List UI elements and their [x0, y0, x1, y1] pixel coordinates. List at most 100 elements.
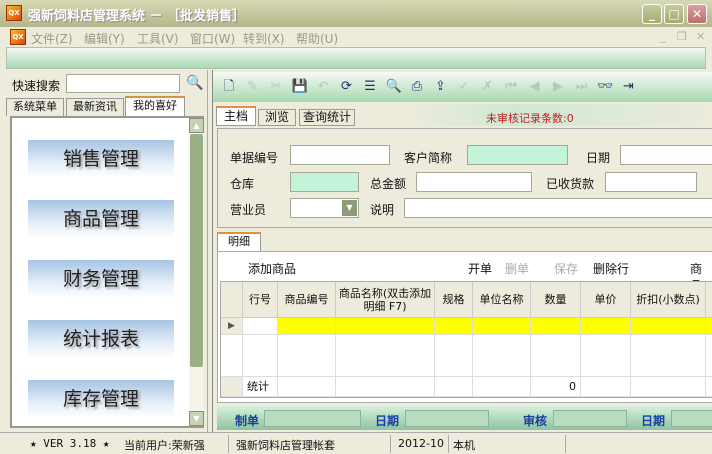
open-bill-button[interactable]: 开单 [468, 260, 492, 277]
tab-latest-news[interactable]: 最新资讯 [66, 98, 124, 116]
make-date-label: 日期 [375, 414, 400, 428]
undo-icon[interactable]: ↶ [315, 79, 331, 95]
tab-system-menu[interactable]: 系统菜单 [6, 98, 64, 116]
next-icon[interactable]: ▶ [550, 79, 566, 95]
grid-cell[interactable] [243, 318, 278, 335]
tab-browse[interactable]: 浏览 [258, 109, 296, 126]
grid-cell[interactable] [473, 335, 531, 377]
first-icon[interactable]: ⏮ [503, 79, 519, 95]
grid-cell[interactable] [531, 318, 581, 335]
grid-cell[interactable] [531, 335, 581, 377]
column-header: 单位名称 [473, 282, 531, 318]
unaudit-icon[interactable]: ✗ [480, 79, 496, 95]
grid-cell[interactable] [435, 335, 473, 377]
detail-panel: 添加商品 开单 删单 保存 删除行 商品 ▶行号统计商品编号商品名称(双击添加明… [217, 251, 712, 403]
date-input[interactable] [620, 145, 712, 165]
stats-cell[interactable] [631, 377, 706, 397]
grid-cell[interactable] [706, 318, 712, 335]
grid-cell[interactable] [631, 318, 706, 335]
nav-sales-management[interactable]: 销售管理 [28, 140, 174, 178]
prev-icon[interactable]: ◀ [527, 79, 543, 95]
maximize-button[interactable]: □ [664, 4, 684, 24]
period: 2012-10 [398, 437, 444, 450]
delete-row-button[interactable]: 删除行 [593, 260, 629, 277]
mdi-close-icon[interactable]: ✕ [696, 30, 705, 43]
bill-no-input[interactable] [290, 145, 390, 165]
total-input[interactable] [416, 172, 532, 192]
grid-cell[interactable] [631, 335, 706, 377]
delete-icon[interactable]: ✂ [268, 79, 284, 95]
tab-main[interactable]: 主档 [216, 106, 256, 126]
preview-icon[interactable]: 🔍 [386, 79, 402, 95]
minimize-button[interactable]: _ [642, 4, 662, 24]
list-icon[interactable]: ☰ [362, 79, 378, 95]
grid-cell[interactable] [581, 318, 631, 335]
scroll-up-icon[interactable]: ▲ [189, 118, 204, 133]
stats-cell[interactable]: 统计 [243, 377, 278, 397]
grid-cell[interactable] [243, 335, 278, 377]
scrollbar[interactable]: ▲ ▼ [189, 118, 204, 426]
scroll-thumb[interactable] [190, 134, 203, 367]
nav-finance-management[interactable]: 财务管理 [28, 260, 174, 298]
menu-help[interactable]: 帮助(U) [296, 30, 338, 47]
favorites-list: 销售管理 商品管理 财务管理 统计报表 库存管理 ▲ ▼ [10, 116, 204, 428]
save-button[interactable]: 保存 [554, 260, 578, 277]
mdi-minimize-icon[interactable]: _ [660, 30, 666, 43]
scroll-down-icon[interactable]: ▼ [189, 411, 204, 426]
save-icon[interactable]: 💾 [292, 79, 308, 95]
stats-cell[interactable] [581, 377, 631, 397]
add-goods-button[interactable]: 添加商品 [248, 260, 296, 277]
mdi-restore-icon[interactable]: ❐ [677, 30, 687, 43]
grid-cell[interactable] [336, 335, 435, 377]
nav-statistics-report[interactable]: 统计报表 [28, 320, 174, 358]
edit-icon[interactable]: ✎ [245, 79, 261, 95]
print-icon[interactable]: ⎙ [409, 79, 425, 95]
grid-cell[interactable] [221, 335, 243, 377]
nav-goods-management[interactable]: 商品管理 [28, 200, 174, 238]
stats-cell[interactable]: 0 [531, 377, 581, 397]
menu-goto[interactable]: 转到(X) [243, 30, 285, 47]
received-input[interactable] [605, 172, 697, 192]
menu-file[interactable]: 文件(Z) [31, 30, 73, 47]
search-icon[interactable]: 🔍 [186, 75, 203, 91]
chevron-down-icon[interactable]: ▼ [342, 200, 357, 216]
stats-cell[interactable] [473, 377, 531, 397]
menu-edit[interactable]: 编辑(Y) [84, 30, 125, 47]
grid-cell[interactable] [336, 318, 435, 335]
tab-favorites[interactable]: 我的喜好 [125, 96, 185, 116]
grid-cell[interactable] [278, 318, 336, 335]
find-icon[interactable]: 👓 [597, 79, 613, 95]
exit-icon[interactable]: ⇥ [621, 79, 637, 95]
salesman-select[interactable]: ▼ [290, 198, 359, 218]
quick-search-input[interactable] [66, 74, 180, 93]
grid-cell[interactable] [435, 318, 473, 335]
nav-inventory-management[interactable]: 库存管理 [28, 380, 174, 418]
tab-query[interactable]: 查询统计 [299, 109, 355, 126]
grid-cell[interactable] [278, 335, 336, 377]
grid-cell[interactable] [706, 335, 712, 377]
stats-cell[interactable] [435, 377, 473, 397]
header-form: 单据编号 客户简称 日期 仓库 总金额 已收货款 营业员 ▼ 说明 [217, 128, 712, 228]
grid-cell[interactable]: ▶ [221, 318, 243, 335]
menu-tools[interactable]: 工具(V) [137, 30, 179, 47]
export-icon[interactable]: ⇪ [433, 79, 449, 95]
menu-window[interactable]: 窗口(W) [190, 30, 235, 47]
close-button[interactable]: ✕ [687, 4, 707, 24]
grid-cell[interactable] [473, 318, 531, 335]
maker-field [264, 410, 361, 427]
stats-cell[interactable] [221, 377, 243, 397]
stats-cell[interactable] [278, 377, 336, 397]
note-input[interactable] [404, 198, 712, 218]
customer-input[interactable] [467, 145, 568, 165]
stats-cell[interactable] [336, 377, 435, 397]
salesman-label: 营业员 [230, 203, 267, 217]
tab-detail[interactable]: 明细 [217, 232, 261, 252]
stats-cell[interactable] [706, 377, 712, 397]
refresh-icon[interactable]: ⟳ [339, 79, 355, 95]
audit-icon[interactable]: ✓ [456, 79, 472, 95]
warehouse-input[interactable] [290, 172, 359, 192]
delete-bill-button[interactable]: 删单 [505, 260, 529, 277]
grid-cell[interactable] [581, 335, 631, 377]
last-icon[interactable]: ⏭ [574, 79, 590, 95]
new-icon[interactable]: 🗋 [221, 79, 237, 95]
